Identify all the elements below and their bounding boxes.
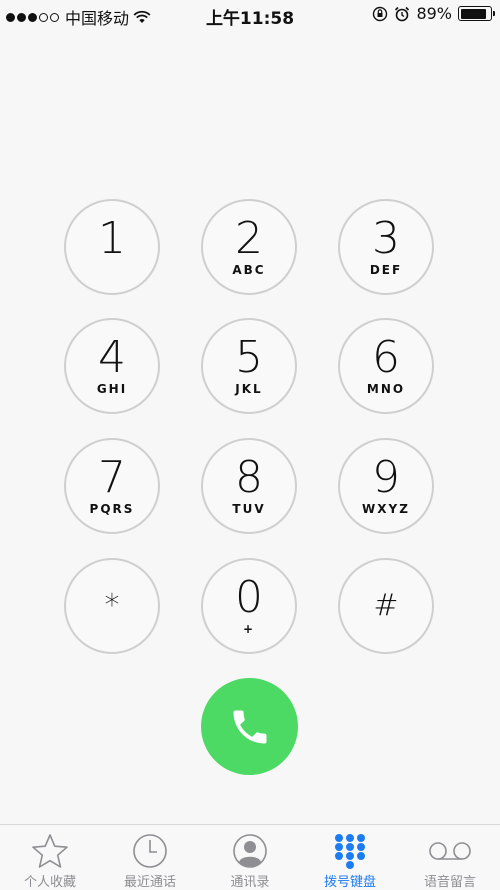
tab-label: 语音留言 bbox=[423, 875, 476, 890]
key-digit: 8 bbox=[235, 452, 263, 503]
tab-keypad[interactable]: 拨号键盘 bbox=[300, 825, 400, 890]
orientation-lock-icon bbox=[373, 6, 388, 21]
key-digit: 6 bbox=[372, 332, 400, 383]
tab-label: 通讯录 bbox=[230, 875, 270, 890]
key-6[interactable]: 6 MNO bbox=[338, 318, 434, 414]
key-letters: WXYZ bbox=[362, 502, 410, 516]
key-1[interactable]: 1 bbox=[64, 199, 160, 295]
key-letters: JKL bbox=[235, 382, 263, 396]
key-2[interactable]: 2 ABC bbox=[201, 199, 297, 295]
key-digit: 4 bbox=[98, 332, 126, 383]
battery-icon bbox=[458, 6, 495, 21]
tab-recents[interactable]: 最近通话 bbox=[100, 825, 200, 890]
voicemail-icon bbox=[429, 842, 471, 860]
key-digit: 3 bbox=[372, 213, 400, 264]
key-7[interactable]: 7 PQRS bbox=[64, 438, 160, 534]
key-letters: + bbox=[242, 622, 256, 636]
key-pound[interactable]: # bbox=[338, 558, 434, 654]
battery-percent: 89% bbox=[416, 4, 452, 23]
key-digit: 7 bbox=[98, 452, 126, 503]
key-digit: * bbox=[104, 588, 120, 623]
key-letters: ABC bbox=[232, 263, 266, 277]
alarm-icon bbox=[395, 6, 410, 21]
tab-label: 个人收藏 bbox=[23, 875, 76, 890]
tab-bar: 个人收藏 最近通话 通讯录 拨号键盘 语音留言 bbox=[0, 824, 500, 890]
key-letters: GHI bbox=[96, 382, 128, 396]
key-digit: 5 bbox=[235, 332, 263, 383]
tab-favorites[interactable]: 个人收藏 bbox=[0, 825, 100, 890]
status-right: 89% bbox=[372, 4, 495, 23]
key-3[interactable]: 3 DEF bbox=[338, 199, 434, 295]
key-8[interactable]: 8 TUV bbox=[201, 438, 297, 534]
tab-voicemail[interactable]: 语音留言 bbox=[400, 825, 500, 890]
call-button[interactable] bbox=[201, 678, 298, 775]
clock-icon bbox=[133, 834, 167, 868]
tab-label: 拨号键盘 bbox=[323, 875, 376, 890]
phone-icon bbox=[233, 710, 266, 743]
key-9[interactable]: 9 WXYZ bbox=[338, 438, 434, 534]
key-digit: 0 bbox=[235, 572, 263, 623]
key-letters: DEF bbox=[369, 263, 403, 277]
key-4[interactable]: 4 GHI bbox=[64, 318, 160, 414]
key-letters: PQRS bbox=[89, 502, 135, 516]
key-0[interactable]: 0 + bbox=[201, 558, 297, 654]
key-digit: # bbox=[373, 588, 399, 623]
tab-contacts[interactable]: 通讯录 bbox=[200, 825, 300, 890]
key-letters: MNO bbox=[366, 382, 406, 396]
key-letters: TUV bbox=[232, 502, 266, 516]
battery-level bbox=[460, 8, 486, 19]
keypad-icon bbox=[335, 834, 365, 869]
key-digit: 9 bbox=[372, 452, 400, 503]
status-bar: 中国移动 上午11:58 89% bbox=[0, 0, 500, 30]
key-digit: 1 bbox=[98, 213, 126, 264]
contact-icon bbox=[233, 834, 267, 868]
key-5[interactable]: 5 JKL bbox=[201, 318, 297, 414]
tab-label: 最近通话 bbox=[123, 875, 176, 890]
key-star[interactable]: * bbox=[64, 558, 160, 654]
key-digit: 2 bbox=[235, 213, 263, 264]
star-icon bbox=[32, 834, 68, 868]
